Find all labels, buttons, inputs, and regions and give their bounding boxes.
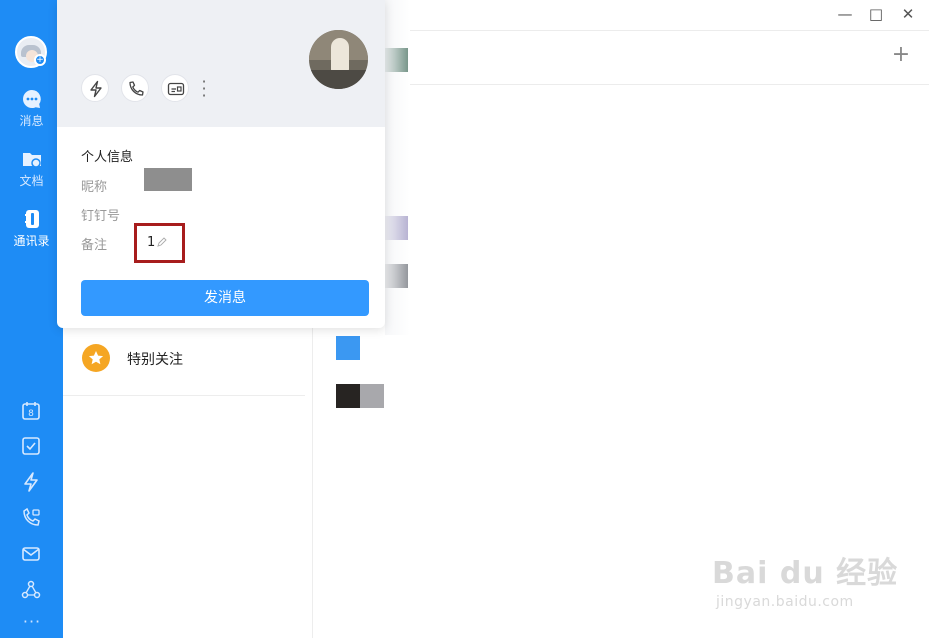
nav-item-contacts[interactable]: 通讯录: [0, 208, 63, 249]
send-message-button[interactable]: 发消息: [81, 280, 369, 316]
titlebar-divider: [410, 30, 929, 31]
business-card-button[interactable]: [161, 74, 189, 102]
watermark-main: Bai du 经验: [712, 556, 899, 591]
calendar-day: 8: [28, 409, 34, 419]
nickname-label: 昵称: [81, 180, 108, 195]
contact-avatar[interactable]: [336, 384, 360, 408]
mail-icon[interactable]: [20, 543, 42, 565]
minimize-button[interactable]: —: [836, 5, 854, 23]
star-icon: [82, 344, 110, 372]
contact-avatar[interactable]: [360, 384, 384, 408]
nickname-value-redacted: [144, 168, 192, 191]
section-title: 个人信息: [81, 150, 134, 165]
todo-check-icon[interactable]: [20, 435, 42, 457]
more-icon[interactable]: ···: [20, 612, 44, 631]
folder-icon: [22, 153, 41, 168]
phone-icon: [129, 81, 144, 96]
watermark-url: jingyan.baidu.com: [716, 594, 854, 610]
list-divider: [63, 395, 305, 396]
contact-avatar[interactable]: [336, 336, 360, 360]
profile-card: · · · 个人信息 昵称 钉钉号 备注 1 发消息: [57, 0, 385, 328]
call-button[interactable]: [121, 74, 149, 102]
nav-item-label: 文档: [19, 174, 44, 188]
nav-item-docs[interactable]: 文档: [0, 148, 63, 189]
calendar-icon[interactable]: 8: [20, 400, 42, 422]
baidu-jingyan-watermark: Bai du 经验 jingyan.baidu.com: [712, 548, 898, 610]
starred-contacts-row[interactable]: 特别关注: [63, 330, 305, 386]
remark-highlight-box: [134, 223, 185, 263]
maximize-button[interactable]: □: [867, 5, 885, 23]
header-divider: [410, 84, 929, 85]
card-shadow-fade: [385, 0, 410, 335]
dingtalk-id-label: 钉钉号: [81, 209, 121, 224]
chat-bubble-icon: [22, 90, 41, 108]
contacts-icon: [24, 210, 39, 228]
avatar-add-badge-icon[interactable]: +: [34, 54, 46, 66]
profile-avatar[interactable]: [309, 30, 368, 89]
starred-label: 特别关注: [127, 352, 183, 368]
close-button[interactable]: ✕: [899, 5, 917, 23]
nav-item-messages[interactable]: 消息: [0, 88, 63, 129]
column-divider: [312, 320, 313, 638]
nav-item-label: 通讯录: [13, 234, 50, 248]
nav-item-label: 消息: [19, 114, 44, 128]
add-button[interactable]: +: [890, 44, 912, 66]
left-nav: + 消息 文档 通讯录 8 ···: [0, 0, 63, 638]
more-icon[interactable]: ···: [200, 74, 208, 104]
video-call-icon[interactable]: [20, 507, 42, 529]
card-icon: [167, 82, 185, 96]
lightning-icon[interactable]: [20, 471, 42, 493]
lightning-icon: [90, 80, 102, 98]
workspace-icon[interactable]: [20, 579, 42, 601]
remark-label: 备注: [81, 238, 108, 253]
ding-button[interactable]: [81, 74, 109, 102]
